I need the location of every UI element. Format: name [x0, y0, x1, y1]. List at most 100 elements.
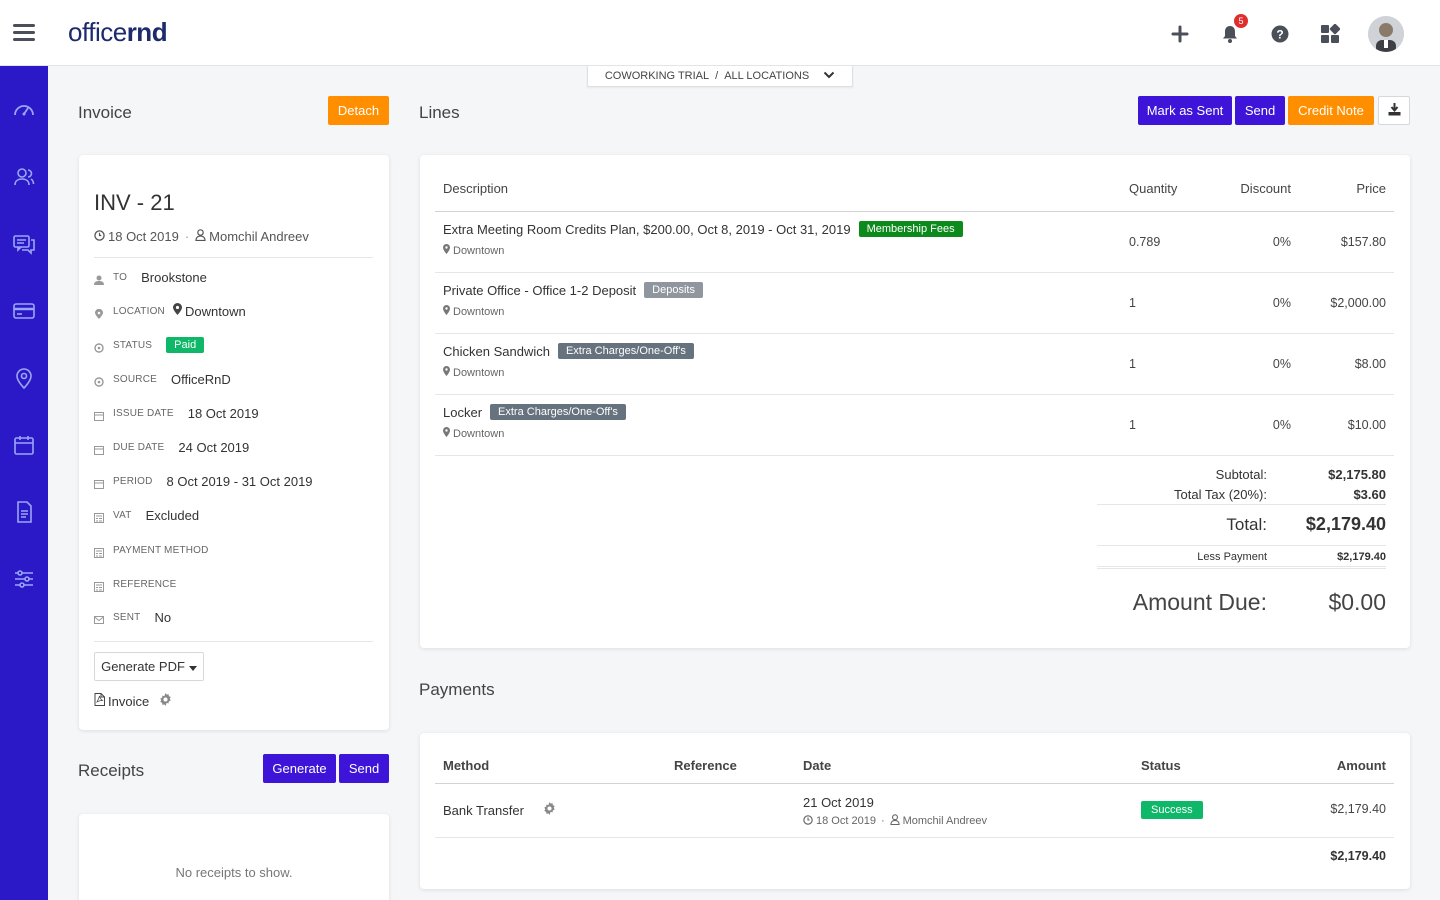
- line-description[interactable]: Private Office - Office 1-2 Deposit Depo…: [443, 282, 703, 298]
- field-label: STATUS: [113, 339, 153, 351]
- field-value[interactable]: 8 Oct 2019 - 31 Oct 2019: [167, 474, 313, 489]
- payments-total: $2,179.40: [1330, 849, 1386, 863]
- sidebar: [0, 66, 48, 900]
- download-button[interactable]: [1378, 96, 1410, 125]
- user-icon: [889, 814, 900, 828]
- gear-icon[interactable]: [159, 693, 172, 709]
- credit-note-button[interactable]: Credit Note: [1288, 96, 1374, 125]
- receipts-section-title: Receipts: [78, 761, 145, 780]
- receipts-empty-text: No receipts to show.: [175, 865, 293, 880]
- status-badge: Success: [1141, 801, 1203, 819]
- pdf-file-row: Invoice: [94, 693, 172, 709]
- generate-receipt-button[interactable]: Generate: [263, 754, 336, 783]
- location-selector[interactable]: COWORKING TRIAL / ALL LOCATIONS: [587, 66, 853, 87]
- messages-icon[interactable]: [12, 232, 36, 256]
- locations-icon[interactable]: [12, 366, 36, 390]
- column-header-price: Price: [1356, 181, 1386, 196]
- plus-icon[interactable]: [1168, 22, 1192, 46]
- user-avatar[interactable]: [1368, 16, 1404, 52]
- line-description-text: Private Office - Office 1-2 Deposit: [443, 282, 637, 298]
- invoice-date: 18 Oct 2019: [108, 229, 179, 244]
- dashboard-icon[interactable]: [12, 98, 36, 122]
- line-location-text: Downtown: [453, 244, 505, 257]
- line-location: Downtown: [443, 427, 504, 440]
- download-icon: [1388, 102, 1401, 119]
- calculator-icon: [94, 545, 104, 558]
- line-tag-badge: Membership Fees: [858, 221, 963, 237]
- invoice-meta: 18 Oct 2019 · Momchil Andreev: [94, 229, 309, 244]
- send-receipt-button[interactable]: Send: [339, 754, 389, 783]
- invoice-author: Momchil Andreev: [209, 229, 309, 244]
- totals-divider: [1097, 568, 1386, 569]
- field-label: SENT: [113, 611, 141, 623]
- logo-text-suffix: rnd: [126, 17, 168, 47]
- calculator-icon: [94, 579, 104, 592]
- menu-icon[interactable]: [13, 24, 35, 42]
- line-discount: 0%: [1272, 235, 1291, 249]
- detach-button[interactable]: Detach: [328, 96, 389, 125]
- apps-icon[interactable]: [1318, 22, 1342, 46]
- pdf-file-link[interactable]: Invoice: [108, 694, 149, 709]
- calendar-icon[interactable]: [12, 433, 36, 457]
- map-marker-icon: [443, 427, 450, 440]
- tax-value: $3.60: [1353, 487, 1386, 502]
- line-description[interactable]: Locker Extra Charges/One-Off's: [443, 404, 626, 420]
- payment-author: Momchil Andreev: [902, 815, 987, 827]
- line-description[interactable]: Chicken Sandwich Extra Charges/One-Off's: [443, 343, 694, 359]
- totals-divider: [1097, 545, 1386, 546]
- line-quantity: 1: [1129, 418, 1136, 432]
- column-header-amount: Amount: [1336, 758, 1386, 773]
- amount-due-label: Amount Due:: [1132, 589, 1267, 615]
- meta-separator: ·: [184, 229, 190, 244]
- field-value[interactable]: Excluded: [146, 508, 199, 523]
- map-marker-icon: [443, 305, 450, 318]
- calculator-icon: [94, 510, 104, 523]
- documents-icon[interactable]: [12, 500, 36, 524]
- circle-icon: [94, 340, 104, 353]
- envelope-icon: [94, 612, 104, 624]
- row-divider: [435, 333, 1394, 334]
- members-icon[interactable]: [12, 165, 36, 189]
- invoice-divider: [94, 641, 373, 642]
- gear-icon[interactable]: [543, 802, 556, 818]
- map-marker-icon: [443, 366, 450, 379]
- help-icon[interactable]: ?: [1268, 22, 1292, 46]
- field-label: TO: [113, 271, 128, 283]
- row-divider: [435, 455, 1394, 456]
- map-marker-icon: [443, 244, 450, 257]
- field-label: VAT: [113, 509, 132, 521]
- table-header-divider: [435, 783, 1394, 784]
- line-tag-badge: Deposits: [644, 282, 703, 298]
- clock-icon: [803, 814, 813, 828]
- row-divider: [435, 837, 1394, 838]
- field-value[interactable]: Brookstone: [141, 270, 207, 285]
- app-logo[interactable]: officernd: [68, 17, 168, 48]
- generate-pdf-dropdown[interactable]: Generate PDF: [94, 652, 204, 681]
- invoice-section-title: Invoice: [78, 103, 132, 122]
- subtotal-label: Subtotal:: [1215, 467, 1267, 482]
- field-due-date: DUE DATE 24 Oct 2019: [94, 437, 249, 457]
- svg-text:?: ?: [1276, 28, 1283, 42]
- row-divider: [435, 394, 1394, 395]
- field-value[interactable]: 24 Oct 2019: [178, 440, 249, 455]
- subtotal-value: $2,175.80: [1328, 467, 1386, 482]
- send-invoice-button[interactable]: Send: [1235, 96, 1285, 125]
- less-payment-value: $2,179.40: [1337, 551, 1386, 563]
- mark-as-sent-button[interactable]: Mark as Sent: [1138, 96, 1232, 125]
- settings-icon[interactable]: [12, 567, 36, 591]
- line-price: $10.00: [1347, 418, 1386, 432]
- less-payment-label: Less Payment: [1197, 551, 1267, 563]
- column-header-method: Method: [443, 758, 490, 773]
- total-label: Total:: [1226, 515, 1267, 534]
- line-location-text: Downtown: [453, 427, 505, 440]
- bell-icon[interactable]: 5: [1218, 14, 1248, 46]
- field-value[interactable]: 18 Oct 2019: [188, 406, 259, 421]
- field-label: REFERENCE: [113, 578, 177, 590]
- tax-label: Total Tax (20%):: [1174, 487, 1267, 502]
- totals-divider: [1097, 566, 1386, 567]
- calendar-icon: [94, 476, 104, 489]
- line-price: $2,000.00: [1330, 296, 1386, 310]
- line-description[interactable]: Extra Meeting Room Credits Plan, $200.00…: [443, 221, 963, 237]
- billing-icon[interactable]: [12, 299, 36, 323]
- meta-separator: ·: [880, 815, 885, 827]
